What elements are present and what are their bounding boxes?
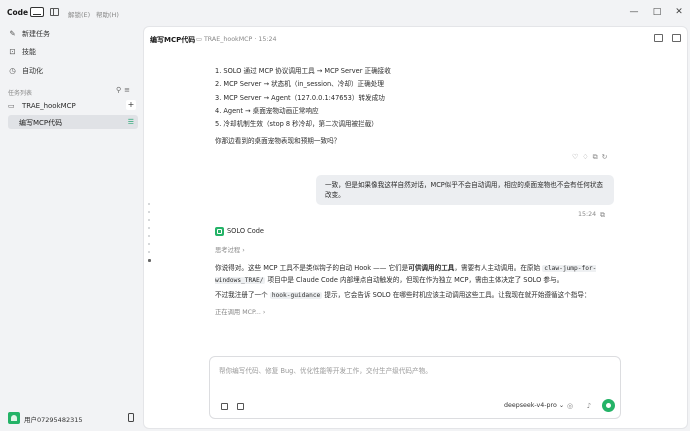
add-task-button[interactable]: + (126, 100, 136, 110)
model-selector[interactable]: deepseek-v4-pro ⌄ (504, 402, 564, 409)
sort-icon[interactable]: ≡ (124, 86, 133, 94)
microphone-icon[interactable]: ♪ (584, 401, 594, 411)
scroll-indicator[interactable] (148, 203, 151, 268)
message-actions: ♡♢⧉↻ (572, 153, 611, 162)
terminal-icon[interactable] (654, 34, 663, 42)
thinking-toggle[interactable]: 思考过程 › (215, 245, 245, 254)
list-item: 5. 冷却机制生效（stop 8 秒冷却，第二次调用被拦截） (215, 120, 378, 129)
chevron-right-icon: › (262, 309, 266, 316)
clock-icon: ◷ (9, 66, 16, 75)
title-bar: Code 解锁(E) 帮助(H) — □ ✕ (0, 0, 690, 26)
sidebar: ✎ 新建任务 ⊡ 技能 ◷ 自动化 任务列表 ⚲≡ ▭ TRAE_hookMCP + 编… (0, 26, 142, 431)
main-panel: 编写MCP代码 ▭ TRAE_hookMCP · 15:24 1. SOLO 通… (143, 26, 688, 429)
assistant-response: 你说得对。这些 MCP 工具不是类似钩子的自动 Hook —— 它们是可供调用的… (215, 264, 597, 284)
attach-file-icon[interactable] (221, 403, 228, 410)
edit-icon: ✎ (9, 29, 16, 38)
avatar (8, 412, 20, 424)
scroll-dot[interactable] (148, 203, 150, 205)
chevron-right-icon: › (242, 247, 245, 254)
assistant-question: 你那边看到的桌面宠物表现和预期一致吗？ (215, 137, 341, 145)
nav-automation[interactable]: ◷ 自动化 (8, 65, 43, 77)
panel-right-icon[interactable] (672, 34, 681, 42)
user-message-text: 一致，但是如果像我这样自然对话，MCP似乎不会自动调用，相应的桌面宠物也不会有任… (325, 181, 604, 199)
scroll-dot[interactable] (148, 251, 150, 253)
chat-input[interactable]: 帮你编写代码、修复 Bug、优化性能等开发工作，交付生产级代码产物。 (219, 365, 432, 375)
project-name: TRAE_hookMCP (22, 102, 76, 110)
page-title: 编写MCP代码 (150, 36, 196, 44)
minimize-button[interactable]: — (628, 6, 640, 18)
user-profile[interactable]: 用户07295482315 (8, 412, 138, 426)
breadcrumb: ▭ TRAE_hookMCP · 15:24 (196, 36, 277, 43)
sidebar-toggle-icon[interactable] (50, 8, 59, 16)
menu-help[interactable]: 帮助(H) (96, 9, 119, 19)
nav-new-task[interactable]: ✎ 新建任务 (8, 28, 50, 40)
list-item: 1. SOLO 通过 MCP 协议调用工具 → MCP Server 正确接收 (215, 67, 391, 75)
user-name: 用户07295482315 (24, 416, 83, 424)
folder-icon: ▭ (8, 102, 15, 110)
step-list: 1. SOLO 通过 MCP 协议调用工具 → MCP Server 正确接收 … (215, 65, 391, 131)
settings-icon[interactable]: ◎ (565, 401, 575, 411)
task-name: 编写MCP代码 (19, 119, 63, 127)
filter-icon[interactable]: ⚲ (116, 86, 124, 94)
list-item: 2. MCP Server → 状态机（in_session、冷却）正确处理 (215, 80, 384, 89)
scroll-dot[interactable] (148, 227, 150, 229)
scroll-dot[interactable] (148, 211, 150, 213)
assistant-response-2: 不过我注册了一个 hook-guidance 提示，它会告诉 SOLO 在哪些时… (215, 291, 591, 299)
inline-code: hook-guidance (269, 292, 323, 299)
task-list-icon: ☰ (127, 118, 134, 126)
scroll-dot-active[interactable] (148, 259, 151, 262)
message-time: 15:24 (578, 211, 597, 218)
refresh-icon[interactable]: ↻ (602, 153, 612, 161)
list-item: 3. MCP Server → Agent（127.0.0.1:47653）转发… (215, 93, 385, 102)
project-item[interactable]: ▭ TRAE_hookMCP + (8, 100, 136, 112)
menu-unlock[interactable]: 解锁(E) (68, 9, 90, 19)
send-button[interactable] (602, 399, 615, 412)
scroll-dot[interactable] (148, 219, 150, 221)
folder-icon: ▭ (196, 36, 204, 43)
close-button[interactable]: ✕ (673, 6, 685, 18)
scroll-dot[interactable] (148, 235, 150, 237)
task-list-tools[interactable]: ⚲≡ (116, 86, 133, 94)
skills-icon: ⊡ (9, 47, 16, 56)
task-list-label: 任务列表 (8, 90, 33, 97)
mode-toggle-icon[interactable] (30, 7, 44, 17)
copy-icon[interactable]: ⧉ (593, 153, 602, 161)
chat-composer[interactable]: 帮你编写代码、修复 Bug、优化性能等开发工作，交付生产级代码产物。 deeps… (209, 356, 621, 419)
maximize-button[interactable]: □ (651, 6, 663, 18)
bot-name: SOLO Code (227, 227, 264, 235)
list-item: 4. Agent → 桌面宠物动画正常响应 (215, 106, 319, 115)
scroll-dot[interactable] (148, 243, 150, 245)
tool-status[interactable]: 正在调用 MCP... › (215, 307, 265, 316)
nav-skills[interactable]: ⊡ 技能 (8, 46, 36, 58)
thumbs-down-icon[interactable]: ♢ (582, 153, 592, 161)
task-item-active[interactable]: 编写MCP代码 ☰ (8, 115, 138, 129)
thumbs-up-icon[interactable]: ♡ (572, 153, 582, 161)
mode-code-label[interactable]: Code (7, 8, 28, 17)
image-icon[interactable] (237, 403, 244, 410)
copy-icon[interactable]: ⧉ (600, 211, 605, 220)
user-message: 一致，但是如果像我这样自然对话，MCP似乎不会自动调用，相应的桌面宠物也不会有任… (316, 175, 614, 205)
phone-icon[interactable] (128, 413, 134, 422)
chevron-down-icon: ⌄ (558, 402, 565, 409)
solo-code-icon (215, 227, 224, 236)
